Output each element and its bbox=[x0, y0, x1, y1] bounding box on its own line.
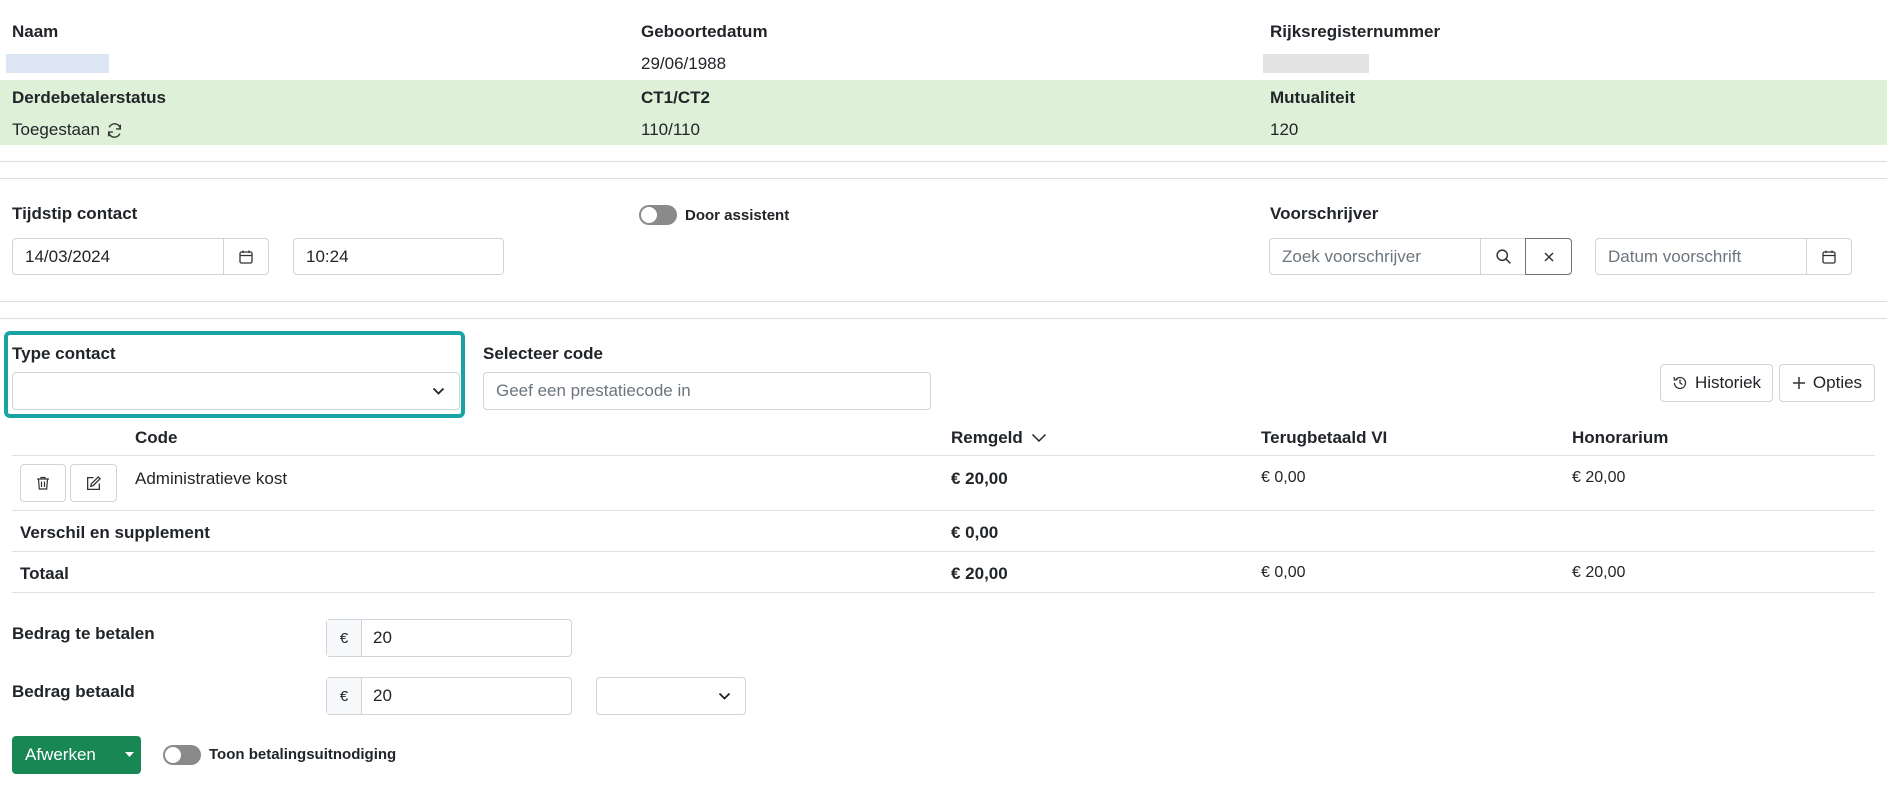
payment-invitation-toggle[interactable] bbox=[163, 745, 201, 765]
code-search-placeholder: Geef een prestatiecode in bbox=[496, 381, 691, 400]
edit-icon bbox=[85, 475, 102, 492]
prescriber-label: Voorschrijver bbox=[1270, 204, 1379, 223]
paid-label: Bedrag betaald bbox=[12, 682, 135, 701]
prescription-date-input[interactable]: Datum voorschrift bbox=[1595, 238, 1852, 275]
edit-row-button[interactable] bbox=[70, 464, 117, 502]
birthdate-value: 29/06/1988 bbox=[641, 54, 727, 73]
currency-symbol: € bbox=[339, 687, 349, 705]
birthdate-label: Geboortedatum bbox=[641, 22, 768, 41]
contact-time-label: Tijdstip contact bbox=[12, 204, 138, 223]
rrn-value-redacted bbox=[1263, 54, 1369, 73]
remgeld-header-label: Remgeld bbox=[951, 428, 1023, 447]
prescriber-search-button[interactable] bbox=[1480, 239, 1525, 274]
divider bbox=[12, 592, 1875, 593]
prescription-date-placeholder: Datum voorschrift bbox=[1608, 246, 1742, 266]
to-pay-label: Bedrag te betalen bbox=[12, 624, 155, 643]
select-code-label: Selecteer code bbox=[483, 344, 604, 363]
divider bbox=[0, 178, 1887, 179]
prescriber-clear-button[interactable] bbox=[1525, 238, 1572, 275]
history-button[interactable]: Historiek bbox=[1660, 364, 1773, 402]
contact-date-input[interactable]: 14/03/2024 bbox=[12, 238, 269, 275]
trash-icon bbox=[35, 475, 51, 491]
options-button[interactable]: Opties bbox=[1779, 364, 1875, 402]
column-header-fee: Honorarium bbox=[1572, 428, 1669, 447]
ct-value: 110/110 bbox=[641, 120, 700, 139]
total-fee: € 20,00 bbox=[1572, 564, 1626, 581]
mutuality-label: Mutualiteit bbox=[1270, 88, 1355, 107]
name-value-redacted bbox=[6, 54, 109, 73]
supplement-label: Verschil en supplement bbox=[20, 523, 210, 542]
currency-addon: € bbox=[327, 620, 362, 656]
insurance-band bbox=[0, 80, 1887, 145]
row-remgeld: € 20,00 bbox=[951, 469, 1008, 488]
chevron-down-icon bbox=[432, 386, 445, 396]
currency-addon: € bbox=[327, 678, 362, 714]
name-label: Naam bbox=[12, 22, 59, 41]
payment-invitation-label: Toon betalingsuitnodiging bbox=[209, 746, 397, 763]
search-icon bbox=[1495, 248, 1512, 265]
calendar-button[interactable] bbox=[223, 239, 268, 274]
to-pay-input[interactable]: € 20 bbox=[326, 619, 572, 657]
code-search-input[interactable]: Geef een prestatiecode in bbox=[483, 372, 931, 410]
finish-button[interactable]: Afwerken bbox=[12, 745, 117, 765]
calendar-icon bbox=[238, 249, 254, 265]
assistant-toggle[interactable] bbox=[639, 205, 677, 225]
assistant-label: Door assistent bbox=[685, 207, 790, 224]
history-label: Historiek bbox=[1694, 373, 1762, 392]
finish-dropdown-toggle[interactable] bbox=[117, 752, 141, 758]
plus-icon bbox=[1792, 376, 1806, 390]
options-label: Opties bbox=[1812, 373, 1863, 392]
contact-date-value: 14/03/2024 bbox=[25, 246, 111, 266]
divider bbox=[0, 301, 1887, 302]
chevron-down-icon bbox=[718, 691, 731, 701]
third-party-status: Toegestaan bbox=[12, 120, 100, 139]
divider bbox=[12, 455, 1875, 456]
contact-time-input[interactable]: 10:24 bbox=[293, 238, 504, 275]
row-code: Administratieve kost bbox=[135, 469, 288, 488]
total-refund: € 0,00 bbox=[1261, 564, 1306, 581]
rrn-label: Rijksregisternummer bbox=[1270, 22, 1441, 41]
payment-method-select[interactable] bbox=[596, 677, 746, 715]
calendar-icon bbox=[1821, 249, 1837, 265]
column-header-refund: Terugbetaald VI bbox=[1261, 428, 1388, 447]
third-party-label: Derdebetalerstatus bbox=[12, 88, 167, 107]
row-refund: € 0,00 bbox=[1261, 469, 1306, 486]
close-icon bbox=[1543, 251, 1555, 263]
divider bbox=[12, 551, 1875, 552]
mutuality-value: 120 bbox=[1270, 120, 1299, 139]
delete-row-button[interactable] bbox=[20, 464, 66, 502]
finish-button-group: Afwerken bbox=[12, 736, 141, 774]
total-label: Totaal bbox=[20, 564, 69, 583]
total-remgeld: € 20,00 bbox=[951, 564, 1008, 583]
type-contact-select[interactable] bbox=[12, 372, 460, 410]
divider bbox=[0, 318, 1887, 319]
currency-symbol: € bbox=[339, 629, 349, 647]
contact-time-value: 10:24 bbox=[306, 246, 349, 266]
history-icon bbox=[1672, 375, 1688, 391]
ct-label: CT1/CT2 bbox=[641, 88, 710, 107]
supplement-remgeld: € 0,00 bbox=[951, 523, 999, 542]
row-fee: € 20,00 bbox=[1572, 469, 1626, 486]
type-contact-label: Type contact bbox=[12, 344, 116, 363]
refresh-icon[interactable] bbox=[106, 122, 123, 139]
to-pay-value: 20 bbox=[373, 628, 392, 647]
paid-input[interactable]: € 20 bbox=[326, 677, 572, 715]
prescriber-search-input[interactable]: Zoek voorschrijver bbox=[1269, 238, 1572, 275]
column-header-code: Code bbox=[135, 428, 178, 447]
divider bbox=[12, 510, 1875, 511]
calendar-button[interactable] bbox=[1806, 239, 1851, 274]
sort-chevron-icon bbox=[1031, 433, 1047, 443]
divider bbox=[0, 161, 1887, 162]
prescriber-search-placeholder: Zoek voorschrijver bbox=[1282, 246, 1421, 266]
column-header-remgeld[interactable]: Remgeld bbox=[951, 428, 1047, 448]
paid-value: 20 bbox=[373, 686, 392, 705]
third-party-value: Toegestaan bbox=[12, 120, 123, 140]
